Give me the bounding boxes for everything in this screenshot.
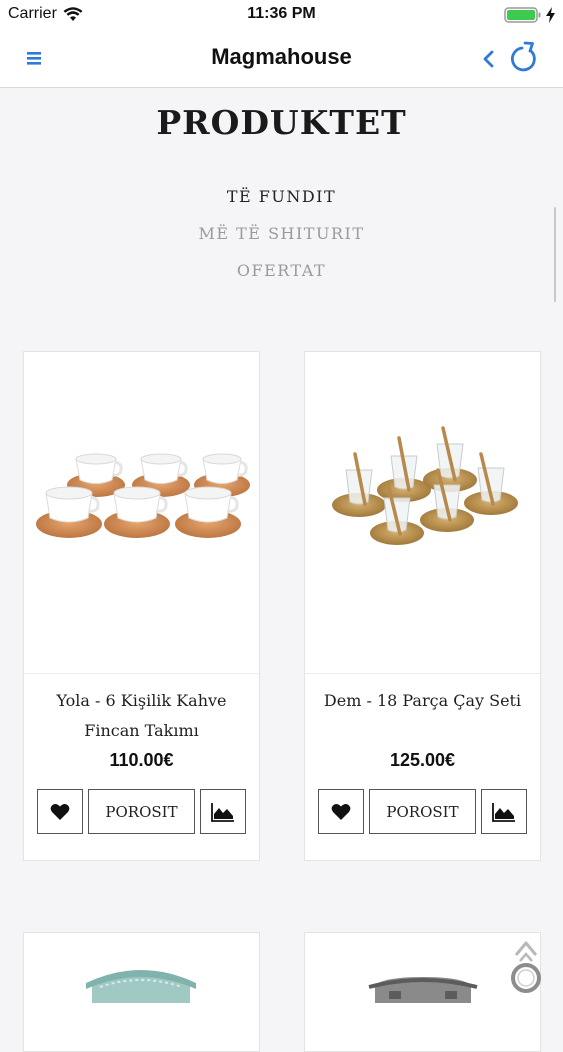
product-name[interactable]: Yola - 6 Kişilik Kahve Fincan Takımı — [34, 686, 249, 746]
ring-scroll-top-icon — [511, 941, 541, 993]
product-tabs: TË FUNDIT MË TË SHITURIT OFERTAT — [0, 185, 563, 296]
area-chart-icon — [492, 802, 515, 822]
chevron-left-icon — [483, 50, 494, 68]
hamburger-menu-icon — [27, 52, 41, 65]
scroll-indicator — [554, 207, 556, 302]
heart-icon — [331, 803, 351, 820]
status-bar: Carrier 11:36 PM — [0, 0, 563, 30]
refresh-button[interactable] — [508, 40, 540, 74]
order-button[interactable]: POROSIT — [88, 789, 195, 834]
back-button[interactable] — [478, 46, 500, 72]
status-right — [504, 6, 555, 24]
main-content[interactable]: PRODUKTET TË FUNDIT MË TË SHITURIT OFERT… — [0, 89, 563, 1052]
cup-front-3 — [175, 486, 241, 538]
tea-glass-back-2 — [377, 436, 431, 502]
product-card[interactable]: Yola - 6 Kişilik Kahve Fincan Takımı 110… — [23, 351, 260, 861]
menu-button[interactable] — [24, 46, 46, 70]
tea-glass-back-3 — [423, 426, 477, 492]
tab-best-sellers[interactable]: MË TË SHITURIT — [0, 222, 563, 259]
product-image — [86, 970, 196, 1003]
page-title: PRODUKTET — [156, 103, 407, 142]
price-history-button[interactable] — [481, 789, 527, 834]
tea-glass-back-1 — [332, 452, 386, 517]
tea-glass-set-image — [332, 426, 518, 545]
charging-bolt-icon — [546, 7, 555, 23]
product-name[interactable]: Dem - 18 Parça Çay Seti — [315, 686, 530, 716]
favorite-button[interactable] — [37, 789, 83, 834]
product-price: 110.00€ — [109, 750, 174, 770]
product-image — [368, 977, 478, 1003]
refresh-icon — [510, 41, 536, 72]
favorite-button[interactable] — [318, 789, 364, 834]
cup-front-2 — [104, 486, 170, 538]
status-time: 11:36 PM — [247, 5, 316, 22]
battery-icon — [504, 7, 541, 23]
product-price: 125.00€ — [389, 750, 456, 770]
navigation-bar: Magmahouse — [0, 30, 563, 88]
product-card[interactable]: Dem - 18 Parça Çay Seti 125.00€ POROSIT — [304, 351, 541, 861]
area-chart-icon — [211, 802, 234, 822]
scroll-to-top-button[interactable] — [506, 937, 546, 999]
product-card[interactable] — [23, 932, 260, 1052]
cup-front-1 — [36, 486, 102, 538]
product-image[interactable] — [24, 352, 259, 674]
product-image[interactable] — [305, 352, 540, 674]
coffee-cup-set-image — [36, 453, 250, 538]
heart-icon — [50, 803, 70, 820]
tab-offers[interactable]: OFERTAT — [0, 259, 563, 296]
tab-latest[interactable]: TË FUNDIT — [0, 185, 563, 222]
order-button[interactable]: POROSIT — [369, 789, 476, 834]
price-history-button[interactable] — [200, 789, 246, 834]
